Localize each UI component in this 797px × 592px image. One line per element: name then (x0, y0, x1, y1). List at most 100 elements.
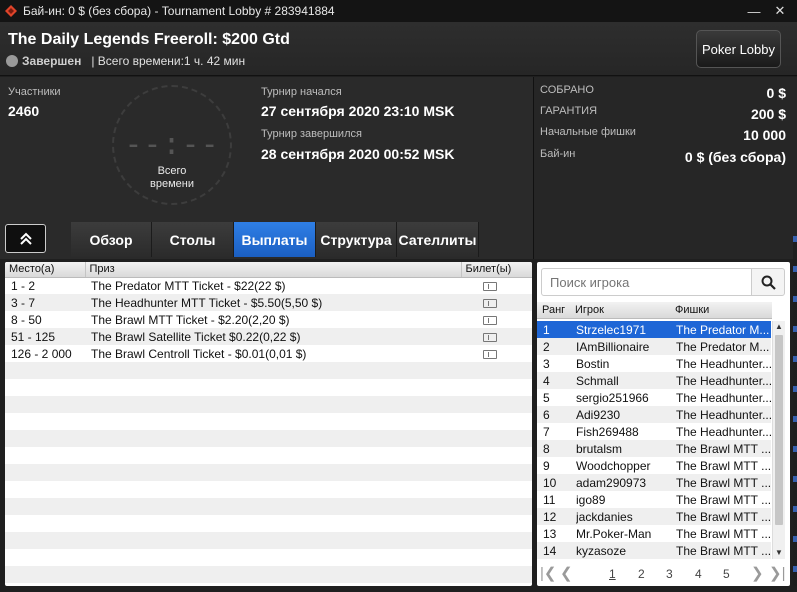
collapse-button[interactable] (5, 224, 46, 253)
empty-row (5, 447, 532, 464)
column-tickets[interactable]: Билет(ы) (461, 262, 532, 278)
clock-caption: Всего времени (114, 165, 230, 191)
page-2[interactable]: 2 (638, 567, 645, 581)
clock-digits: --:-- (124, 127, 220, 162)
tournament-name: The Daily Legends Freeroll: $200 Gtd (8, 31, 290, 48)
payout-prize: The Brawl Centroll Ticket - $0.01(0,01 $… (91, 346, 307, 361)
list-item[interactable]: 5 sergio251966 The Headhunter... (537, 389, 771, 406)
tab-payouts[interactable]: Выплаты (234, 222, 316, 257)
buyin-value: 0 $ (без сбора) (684, 149, 786, 165)
payout-prize: The Brawl Satellite Ticket $0.22(0,22 $) (85, 328, 461, 345)
table-row[interactable]: 126 - 2 000 The Brawl Centroll Ticket - … (5, 345, 532, 362)
ticket-icon (483, 315, 497, 325)
tab-structure[interactable]: Структура (316, 222, 397, 257)
empty-row (5, 362, 532, 379)
last-page-icon[interactable]: ❯| (769, 564, 785, 582)
search-icon (761, 275, 776, 290)
page-1[interactable]: 1 (609, 567, 616, 581)
page-5[interactable]: 5 (723, 567, 730, 581)
column-player[interactable]: Игрок (575, 304, 604, 316)
list-item[interactable]: 6 Adi9230 The Headhunter... (537, 406, 771, 423)
column-prize[interactable]: Приз (85, 262, 462, 278)
empty-row (5, 481, 532, 498)
column-rank[interactable]: Ранг (542, 304, 565, 316)
tab-satellites[interactable]: Сателлиты (397, 222, 479, 257)
scroll-up-icon[interactable]: ▲ (773, 321, 785, 333)
ended-label: Турнир завершился (261, 128, 362, 140)
started-value: 27 сентября 2020 23:10 MSK (261, 103, 455, 119)
table-row[interactable]: 3 - 7 The Headhunter MTT Ticket - $5.50(… (5, 294, 532, 311)
prize-info-panel: СОБРАНО 0 $ ГАРАНТИЯ 200 $ Начальные фиш… (533, 77, 797, 259)
payout-place: 126 - 2 000 (11, 346, 72, 361)
guarantee-label: ГАРАНТИЯ (540, 105, 598, 117)
list-item[interactable]: 9 Woodchopper The Brawl MTT ... (537, 457, 771, 474)
clock-caption-line1: Всего (157, 165, 187, 177)
empty-row (5, 498, 532, 515)
next-page-icon[interactable]: ❯ (751, 564, 764, 582)
page-4[interactable]: 4 (695, 567, 702, 581)
tab-overview[interactable]: Обзор (71, 222, 152, 257)
list-item[interactable]: 4 Schmall The Headhunter... (537, 372, 771, 389)
clock-caption-line2: времени (150, 178, 194, 190)
list-item[interactable]: 10 adam290973 The Brawl MTT ... (537, 474, 771, 491)
buyin-label: Бай-ин (540, 148, 576, 160)
empty-row (5, 532, 532, 549)
payout-place: 3 - 7 (5, 294, 85, 311)
empty-row (5, 413, 532, 430)
players-table-header: Ранг Игрок Фишки (537, 302, 772, 319)
participants-label: Участники (8, 86, 61, 98)
total-time-clock: --:-- Всего времени (112, 85, 232, 205)
list-item[interactable]: 8 brutalsm The Brawl MTT ... (537, 440, 771, 457)
empty-row (5, 566, 532, 583)
empty-row (5, 396, 532, 413)
ticket-icon (483, 298, 497, 308)
column-chips[interactable]: Фишки (675, 304, 709, 316)
payouts-table-panel: Место(а) Приз Билет(ы) 1 - 2 The Predato… (5, 262, 532, 586)
title-bar: Бай-ин: 0 $ (без сбора) - Tournament Lob… (0, 0, 797, 22)
tournament-lobby-window: Бай-ин: 0 $ (без сбора) - Tournament Lob… (0, 0, 797, 592)
player-search-input[interactable] (541, 268, 752, 296)
ticket-icon (483, 332, 497, 342)
ticket-icon (483, 349, 497, 359)
empty-row (5, 515, 532, 532)
pokerstars-logo-icon (4, 4, 18, 18)
scroll-down-icon[interactable]: ▼ (773, 547, 785, 559)
list-item[interactable]: 14 kyzasoze The Brawl MTT ... (537, 542, 771, 559)
players-scrollbar[interactable]: ▲ ▼ (772, 321, 785, 559)
prev-page-icon[interactable]: ❮ (560, 564, 573, 582)
list-item[interactable]: 12 jackdanies The Brawl MTT ... (537, 508, 771, 525)
list-item[interactable]: 3 Bostin The Headhunter... (537, 355, 771, 372)
payouts-table: Место(а) Приз Билет(ы) 1 - 2 The Predato… (5, 262, 532, 583)
prize-collected-label: СОБРАНО (540, 84, 594, 96)
minimize-button[interactable]: — (741, 0, 767, 22)
started-label: Турнир начался (261, 86, 342, 98)
tab-tables[interactable]: Столы (152, 222, 234, 257)
tournament-header: The Daily Legends Freeroll: $200 Gtd Зав… (0, 22, 797, 76)
table-row[interactable]: 8 - 50 The Brawl MTT Ticket - $2.20(2,20… (5, 311, 532, 328)
page-3[interactable]: 3 (666, 567, 673, 581)
list-item[interactable]: 1 Strzelec1971 The Predator M... (537, 321, 771, 338)
scroll-thumb[interactable] (775, 335, 783, 525)
players-list: 1 Strzelec1971 The Predator M... 2 IAmBilli… (537, 321, 771, 559)
background-window-edge (793, 236, 797, 586)
payout-place: 8 - 50 (11, 312, 42, 327)
ended-value: 28 сентября 2020 00:52 MSK (261, 146, 455, 162)
tournament-status: Завершен | Всего времени:1 ч. 42 мин (6, 54, 245, 68)
table-row[interactable]: 1 - 2 The Predator MTT Ticket - $22(22 $… (5, 277, 532, 294)
window-title: Бай-ин: 0 $ (без сбора) - Tournament Lob… (23, 4, 335, 18)
payout-prize: The Brawl MTT Ticket - $2.20(2,20 $) (91, 312, 290, 327)
first-page-icon[interactable]: |❮ (540, 564, 556, 582)
close-button[interactable]: ✕ (767, 0, 793, 22)
empty-row (5, 464, 532, 481)
poker-lobby-button[interactable]: Poker Lobby (696, 30, 781, 68)
search-button[interactable] (751, 268, 785, 296)
list-item[interactable]: 7 Fish269488 The Headhunter... (537, 423, 771, 440)
empty-row (5, 430, 532, 447)
empty-row (5, 379, 532, 396)
players-panel: Ранг Игрок Фишки 1Strzelec1971The Predat… (537, 262, 790, 586)
list-item[interactable]: 2 IAmBillionaire The Predator M... (537, 338, 771, 355)
column-place[interactable]: Место(а) (5, 262, 86, 278)
list-item[interactable]: 13 Mr.Poker-Man The Brawl MTT ... (537, 525, 771, 542)
list-item[interactable]: 11 igo89 The Brawl MTT ... (537, 491, 771, 508)
table-row[interactable]: 51 - 125 The Brawl Satellite Ticket $0.2… (5, 328, 532, 345)
